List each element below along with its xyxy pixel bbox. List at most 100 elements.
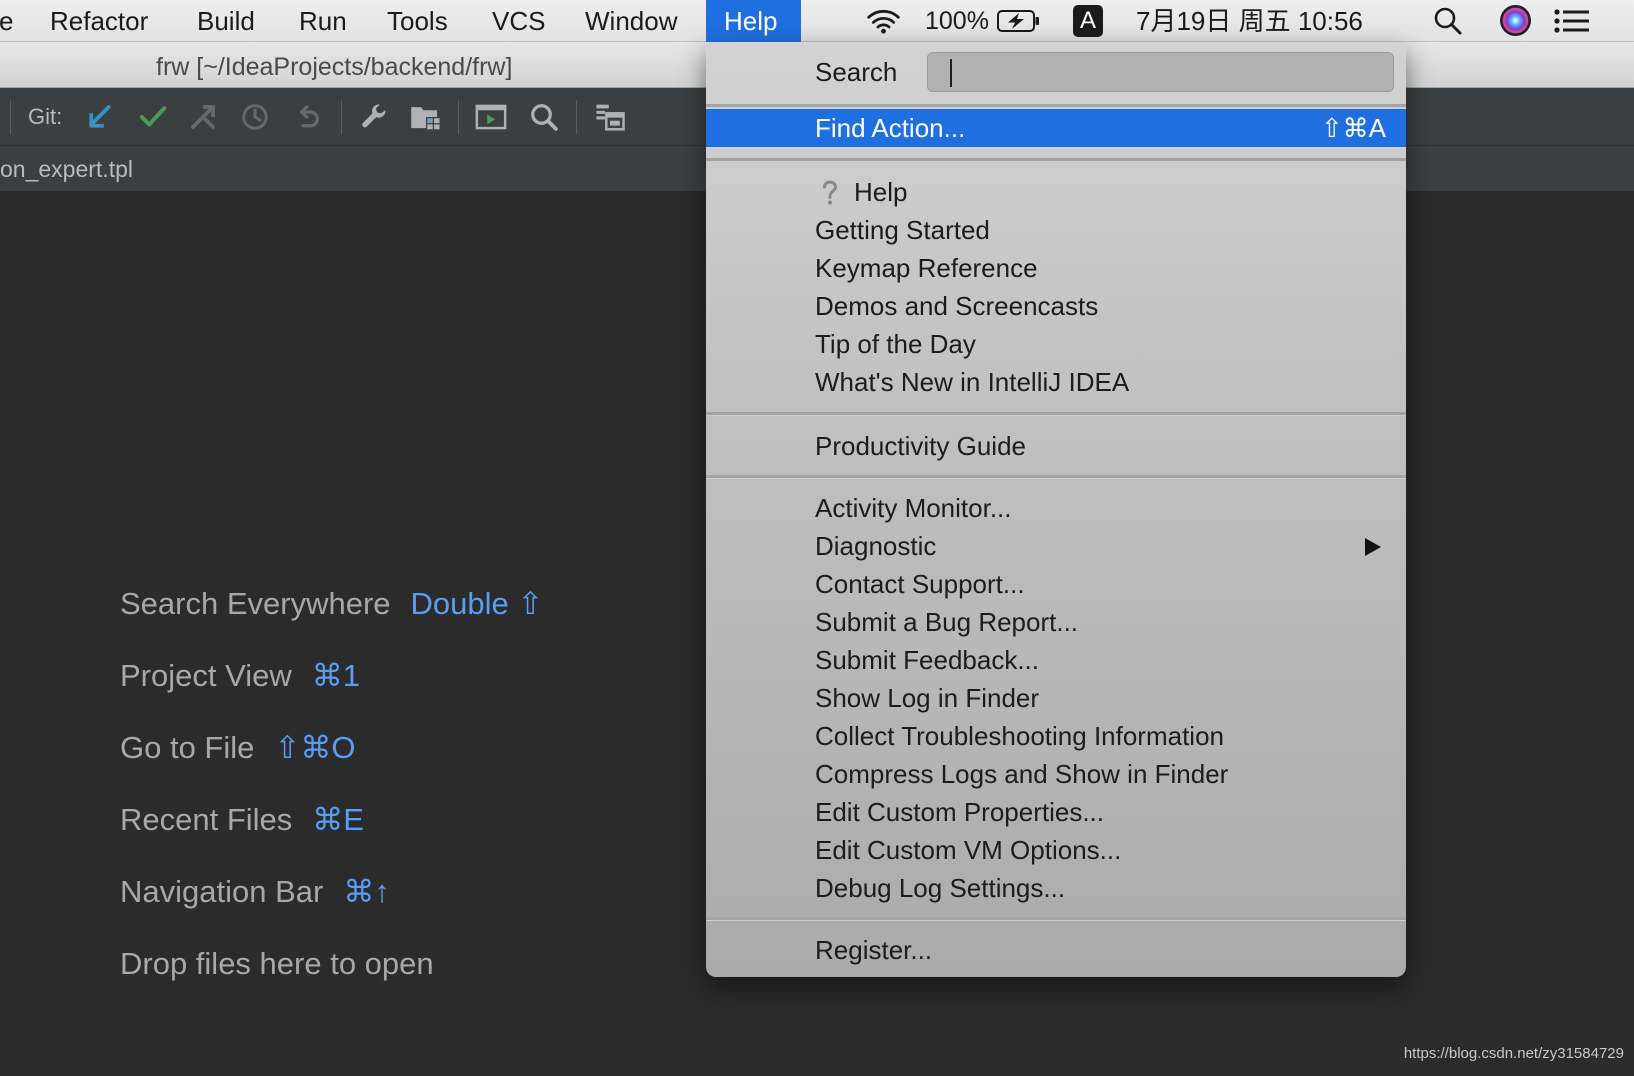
help-question-icon [823, 180, 838, 205]
menu-item-label: Collect Troubleshooting Information [815, 721, 1225, 751]
hint-label: Drop files here to open [120, 946, 434, 981]
menu-search-input[interactable] [928, 53, 1393, 91]
menu-search-row: Search [706, 42, 1406, 102]
menu-item-register[interactable]: Register... [706, 931, 1406, 969]
input-source-indicator[interactable]: A [1073, 5, 1103, 37]
menu-item-label: Find Action... [815, 113, 966, 143]
menu-item-submit-bug-report[interactable]: Submit a Bug Report... [706, 603, 1406, 641]
menu-search-field[interactable] [927, 52, 1394, 92]
hint-label: Search Everywhere [120, 586, 391, 621]
watermark: https://blog.csdn.net/zy31584729 [1403, 1045, 1624, 1062]
hint-shortcut: ⌘1 [311, 658, 360, 693]
menu-item-show-log-in-finder[interactable]: Show Log in Finder [706, 679, 1406, 717]
menu-item-collect-troubleshooting[interactable]: Collect Troubleshooting Information [706, 717, 1406, 755]
menubar-clock[interactable]: 7月19日 周五 10:56 [1136, 0, 1363, 42]
battery-percentage: 100% [925, 7, 989, 35]
menu-item-demos-and-screencasts[interactable]: Demos and Screencasts [706, 287, 1406, 325]
menu-item-label: Activity Monitor... [815, 493, 1012, 523]
menu-item-label: Show Log in Finder [815, 683, 1040, 713]
hint-shortcut: ⇧⌘O [274, 730, 356, 765]
toolbar-separator [458, 100, 459, 134]
menu-item-diagnostic[interactable]: Diagnostic [706, 527, 1406, 565]
menubar-item-vcs[interactable]: VCS [492, 0, 545, 42]
menu-item-shortcut: ⇧⌘A [1320, 113, 1386, 143]
menubar-item-window[interactable]: Window [585, 0, 677, 42]
siri-icon[interactable] [1499, 4, 1532, 37]
menu-item-getting-started[interactable]: Getting Started [706, 211, 1406, 249]
menu-item-label: Demos and Screencasts [815, 291, 1099, 321]
menubar-item-help[interactable]: Help [706, 0, 801, 42]
menu-separator [706, 907, 1406, 931]
menu-separator [706, 102, 1406, 109]
editor-tab[interactable]: on_expert.tpl [0, 146, 133, 192]
structure-icon[interactable] [593, 100, 627, 134]
window-title: frw [~/IdeaProjects/backend/frw] [156, 53, 513, 81]
git-commit-icon[interactable] [136, 100, 170, 134]
menubar-item-clipped[interactable]: e [0, 0, 13, 42]
menu-search-label: Search [815, 57, 898, 87]
battery-charging-icon[interactable] [997, 10, 1041, 32]
menu-item-debug-log-settings[interactable]: Debug Log Settings... [706, 869, 1406, 907]
help-menu: Search Find Action... ⇧⌘A Help Getting S… [706, 42, 1406, 977]
hint-search-everywhere: Search Everywhere Double ⇧ [120, 584, 543, 624]
toolbar-separator [10, 100, 11, 134]
settings-wrench-icon[interactable] [357, 100, 391, 134]
menu-item-submit-feedback[interactable]: Submit Feedback... [706, 641, 1406, 679]
macos-menu-bar: e Refactor Build Run Tools VCS Window He… [0, 0, 1634, 42]
menu-item-label: Register... [815, 935, 933, 965]
notification-center-icon[interactable] [1553, 8, 1591, 34]
menu-item-label: Tip of the Day [815, 329, 976, 359]
menu-item-find-action[interactable]: Find Action... ⇧⌘A [706, 109, 1406, 147]
menu-item-label: Edit Custom Properties... [815, 797, 1104, 827]
menubar-item-tools[interactable]: Tools [387, 0, 448, 42]
menu-item-compress-logs[interactable]: Compress Logs and Show in Finder [706, 755, 1406, 793]
menubar-item-build[interactable]: Build [197, 0, 255, 42]
menu-item-label: Keymap Reference [815, 253, 1038, 283]
hint-drop-files: Drop files here to open [120, 944, 434, 984]
git-update-icon[interactable] [83, 100, 117, 134]
hint-recent-files: Recent Files ⌘E [120, 800, 364, 840]
menu-item-label: Submit a Bug Report... [815, 607, 1079, 637]
menu-item-label: Getting Started [815, 215, 990, 245]
project-structure-icon[interactable] [409, 100, 443, 134]
menubar-item-refactor[interactable]: Refactor [50, 0, 148, 42]
menu-item-productivity-guide[interactable]: Productivity Guide [706, 427, 1406, 465]
menu-separator [706, 147, 1406, 173]
git-history-icon[interactable] [238, 100, 272, 134]
wifi-icon[interactable] [865, 6, 902, 36]
menu-separator [706, 401, 1406, 427]
menu-item-label: Submit Feedback... [815, 645, 1039, 675]
git-label: Git: [28, 104, 63, 129]
menu-item-activity-monitor[interactable]: Activity Monitor... [706, 489, 1406, 527]
menu-item-tip-of-the-day[interactable]: Tip of the Day [706, 325, 1406, 363]
hint-project-view: Project View ⌘1 [120, 656, 360, 696]
hint-label: Recent Files [120, 802, 293, 837]
menu-item-keymap-reference[interactable]: Keymap Reference [706, 249, 1406, 287]
toolbar-separator [341, 100, 342, 134]
hint-shortcut: ⌘E [312, 802, 364, 837]
menu-item-label: Help [854, 177, 908, 207]
hint-shortcut: Double ⇧ [410, 586, 544, 621]
menu-item-label: Productivity Guide [815, 431, 1026, 461]
hint-label: Project View [120, 658, 292, 693]
menu-separator [706, 465, 1406, 489]
git-push-icon[interactable] [186, 100, 220, 134]
search-icon[interactable] [527, 100, 561, 134]
git-rollback-icon[interactable] [291, 100, 325, 134]
menu-item-label: Edit Custom VM Options... [815, 835, 1122, 865]
hint-go-to-file: Go to File ⇧⌘O [120, 728, 355, 768]
run-window-icon[interactable] [474, 100, 508, 134]
spotlight-search-icon[interactable] [1433, 6, 1463, 36]
hint-label: Go to File [120, 730, 255, 765]
menu-item-edit-custom-vm-options[interactable]: Edit Custom VM Options... [706, 831, 1406, 869]
hint-label: Navigation Bar [120, 874, 324, 909]
menu-item-whats-new[interactable]: What's New in IntelliJ IDEA [706, 363, 1406, 401]
menubar-item-run[interactable]: Run [299, 0, 347, 42]
menu-item-help[interactable]: Help [706, 173, 1406, 211]
menu-item-label: Diagnostic [815, 531, 937, 561]
menu-item-contact-support[interactable]: Contact Support... [706, 565, 1406, 603]
menu-item-edit-custom-properties[interactable]: Edit Custom Properties... [706, 793, 1406, 831]
hint-shortcut: ⌘↑ [343, 874, 390, 909]
menu-item-label: Debug Log Settings... [815, 873, 1066, 903]
text-caret [950, 59, 952, 87]
